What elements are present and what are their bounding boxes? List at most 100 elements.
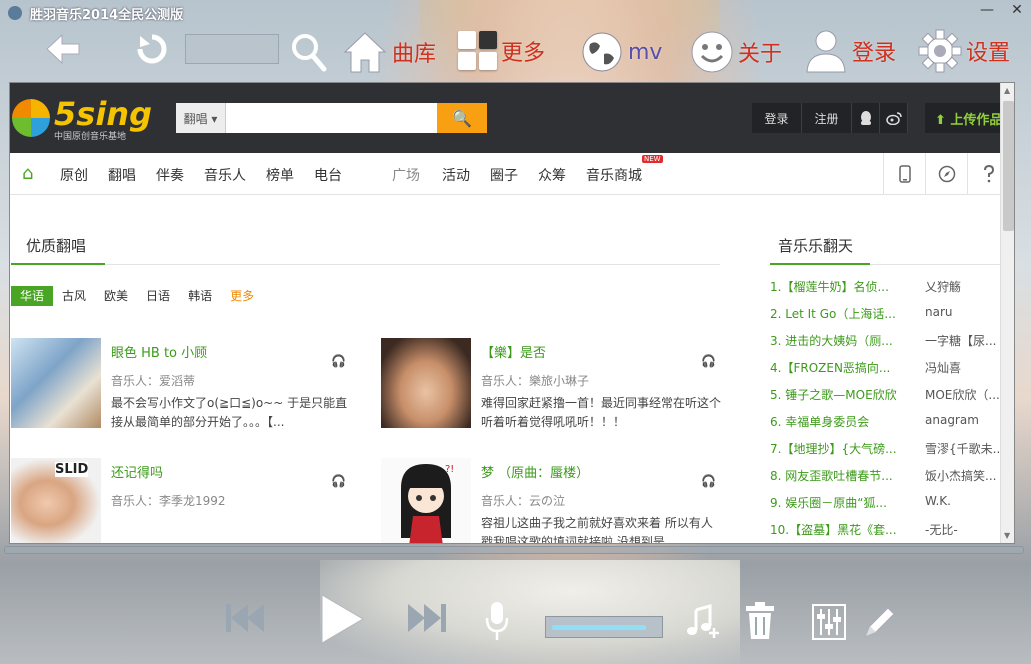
- nav-music-store[interactable]: 音乐商城: [586, 165, 642, 185]
- library-button[interactable]: 曲库: [342, 30, 436, 74]
- song-artist[interactable]: 音乐人：李季龙1992: [111, 492, 226, 509]
- discover-button[interactable]: [925, 153, 967, 195]
- nav-accompaniment[interactable]: 伴奏: [156, 165, 184, 185]
- next-button[interactable]: [406, 600, 448, 640]
- playback-progress[interactable]: [4, 546, 1024, 554]
- chart-song-artist[interactable]: W.K.: [925, 494, 999, 508]
- site-register-button[interactable]: 注册: [802, 103, 852, 133]
- nav-radio[interactable]: 电台: [314, 165, 342, 185]
- microphone-button[interactable]: [484, 600, 510, 646]
- refresh-button[interactable]: [134, 32, 170, 66]
- song-artist[interactable]: 音乐人：爱滔蒂: [111, 372, 195, 389]
- settings-button[interactable]: 设置: [918, 29, 1010, 73]
- chart-song-title[interactable]: 9. 娱乐圈－原曲“狐...: [770, 494, 920, 511]
- headphone-icon[interactable]: 🎧: [331, 474, 346, 488]
- song-cover[interactable]: SLID: [11, 458, 101, 543]
- equalizer-button[interactable]: [812, 604, 846, 644]
- about-button[interactable]: 关于: [690, 30, 782, 74]
- close-button[interactable]: ✕: [1009, 2, 1025, 18]
- chart-song-artist[interactable]: 乂狩觞: [925, 278, 999, 295]
- chart-song-title[interactable]: 6. 幸福单身委员会: [770, 413, 920, 430]
- list-item[interactable]: 10.【盗墓】黑花《套... -无比-: [770, 516, 1000, 543]
- list-item[interactable]: 1.【榴莲牛奶】名侦... 乂狩觞: [770, 273, 1000, 300]
- more-button[interactable]: 更多: [458, 31, 545, 70]
- nav-square[interactable]: 广场: [392, 165, 420, 185]
- site-login-button[interactable]: 登录: [752, 103, 802, 133]
- chart-song-artist[interactable]: 一字糖【尿...: [925, 332, 999, 349]
- chart-song-artist[interactable]: anagram: [925, 413, 999, 427]
- song-title[interactable]: 【樂】是否: [481, 342, 546, 361]
- chart-song-title[interactable]: 2. Let It Go（上海话...: [770, 305, 920, 322]
- song-artist[interactable]: 音乐人：樂旅小琳子: [481, 372, 589, 389]
- nav-cover[interactable]: 翻唱: [108, 165, 136, 185]
- nav-events[interactable]: 活动: [442, 165, 470, 185]
- nav-original[interactable]: 原创: [60, 165, 88, 185]
- mobile-button[interactable]: [883, 153, 925, 195]
- list-item[interactable]: 9. 娱乐圈－原曲“狐... W.K.: [770, 489, 1000, 516]
- delete-button[interactable]: [744, 602, 776, 644]
- scrollbar[interactable]: ▲ ▼: [1000, 83, 1014, 543]
- song-cover[interactable]: [381, 338, 471, 428]
- nav-charts[interactable]: 榜单: [266, 165, 294, 185]
- song-cover[interactable]: ?!: [381, 458, 471, 543]
- song-title[interactable]: 眼色 HB to 小顾: [111, 342, 207, 361]
- list-item[interactable]: 3. 进击的大姨妈（厕... 一字糖【尿...: [770, 327, 1000, 354]
- song-card[interactable]: 【樂】是否 音乐人：樂旅小琳子 难得回家赶紧撸一首！最近同事经常在听这个 听着听…: [381, 338, 741, 434]
- tab-japanese[interactable]: 日语: [137, 286, 179, 306]
- chart-song-artist[interactable]: 饭小杰搞笑...: [925, 467, 999, 484]
- site-search-button[interactable]: 🔍: [437, 103, 487, 133]
- tab-more[interactable]: 更多: [221, 286, 263, 306]
- weibo-login-button[interactable]: [880, 103, 908, 133]
- chart-song-artist[interactable]: 雪漻{千歌未...: [925, 440, 999, 457]
- list-item[interactable]: 5. 锤子之歌—MOE欣欣 MOE欣欣（...: [770, 381, 1000, 408]
- site-search-input[interactable]: [226, 103, 437, 133]
- add-to-playlist-button[interactable]: [686, 604, 722, 644]
- mv-button[interactable]: mv: [580, 30, 662, 74]
- tab-ancient[interactable]: 古风: [53, 286, 95, 306]
- song-title[interactable]: 还记得吗: [111, 462, 163, 481]
- headphone-icon[interactable]: 🎧: [701, 354, 716, 368]
- list-item[interactable]: 4.【FROZEN恶搞向... 冯灿喜: [770, 354, 1000, 381]
- song-card[interactable]: SLID 还记得吗 音乐人：李季龙1992 🎧: [11, 458, 371, 543]
- upload-button[interactable]: ⬆ 上传作品: [925, 103, 1005, 133]
- play-button[interactable]: [318, 592, 366, 650]
- login-button[interactable]: 登录: [804, 28, 896, 74]
- home-icon[interactable]: ⌂: [22, 163, 33, 184]
- song-card[interactable]: 眼色 HB to 小顾 音乐人：爱滔蒂 最不会写小作文了o(≧口≦)o~~ 于是…: [11, 338, 371, 434]
- tab-chinese[interactable]: 华语: [11, 286, 54, 306]
- list-item[interactable]: 6. 幸福单身委员会 anagram: [770, 408, 1000, 435]
- toolbar-search-button[interactable]: [290, 32, 328, 72]
- qq-login-button[interactable]: [852, 103, 880, 133]
- edit-button[interactable]: [862, 604, 898, 644]
- chart-song-title[interactable]: 8. 网友歪歌吐槽春节...: [770, 467, 920, 484]
- tab-korean[interactable]: 韩语: [179, 286, 221, 306]
- chart-song-artist[interactable]: MOE欣欣（...: [925, 386, 999, 403]
- site-logo[interactable]: 5sing 中国原创音乐基地: [12, 95, 152, 142]
- chart-song-artist[interactable]: naru: [925, 305, 999, 319]
- chart-song-title[interactable]: 1.【榴莲牛奶】名侦...: [770, 278, 920, 295]
- chart-song-artist[interactable]: -无比-: [925, 521, 999, 538]
- list-item[interactable]: 2. Let It Go（上海话... naru: [770, 300, 1000, 327]
- scroll-thumb[interactable]: [1003, 101, 1014, 231]
- song-title[interactable]: 梦 （原曲：蜃楼）: [481, 462, 589, 481]
- list-item[interactable]: 7.【地理抄】{大气磅... 雪漻{千歌未...: [770, 435, 1000, 462]
- scroll-up-icon[interactable]: ▲: [1004, 86, 1010, 95]
- minimize-button[interactable]: —: [979, 2, 995, 18]
- list-item[interactable]: 8. 网友歪歌吐槽春节... 饭小杰搞笑...: [770, 462, 1000, 489]
- previous-button[interactable]: [224, 600, 266, 640]
- nav-musicians[interactable]: 音乐人: [204, 165, 246, 185]
- song-artist[interactable]: 音乐人：云の泣: [481, 492, 565, 509]
- search-category-select[interactable]: 翻唱 ▾: [176, 103, 226, 133]
- scroll-down-icon[interactable]: ▼: [1004, 531, 1010, 540]
- nav-circles[interactable]: 圈子: [490, 165, 518, 185]
- headphone-icon[interactable]: 🎧: [331, 354, 346, 368]
- headphone-icon[interactable]: 🎧: [701, 474, 716, 488]
- song-cover[interactable]: [11, 338, 101, 428]
- chart-song-title[interactable]: 7.【地理抄】{大气磅...: [770, 440, 920, 457]
- chart-song-title[interactable]: 4.【FROZEN恶搞向...: [770, 359, 920, 376]
- back-button[interactable]: [44, 32, 82, 66]
- song-card[interactable]: ?! 梦 （原曲：蜃楼） 音乐人：云の泣 容祖儿这曲子我之前就好喜欢来着 所以有…: [381, 458, 741, 543]
- tab-western[interactable]: 欧美: [95, 286, 137, 306]
- chart-song-title[interactable]: 5. 锤子之歌—MOE欣欣: [770, 386, 920, 403]
- volume-slider[interactable]: [545, 616, 663, 638]
